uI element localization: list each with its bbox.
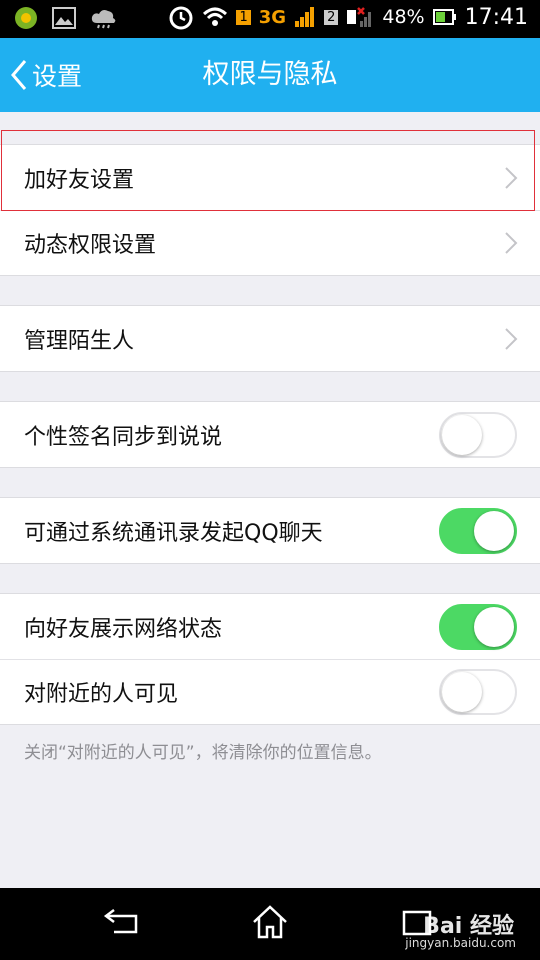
toggle-knob xyxy=(442,672,482,712)
status-bar: 1 3G 2 48% 17:41 xyxy=(0,0,540,38)
row-label: 个性签名同步到说说 xyxy=(24,424,223,450)
back-label: 设置 xyxy=(32,62,83,91)
contacts-chat-toggle[interactable] xyxy=(439,508,517,554)
settings-group-signature: 个性签名同步到说说 xyxy=(0,401,540,468)
wifi-icon xyxy=(203,7,228,26)
row-label: 加好友设置 xyxy=(24,167,135,193)
nearby-visible-row: 对附近的人可见 xyxy=(0,659,540,724)
sim2-badge: 2 xyxy=(324,9,339,25)
toggle-knob xyxy=(474,607,514,647)
row-label: 动态权限设置 xyxy=(24,232,157,258)
clock: 17:41 xyxy=(464,4,528,30)
settings-group-visibility: 向好友展示网络状态 对附近的人可见 xyxy=(0,593,540,725)
no-sim-signal-icon xyxy=(347,7,372,27)
back-nav-icon[interactable] xyxy=(100,902,144,942)
back-button[interactable]: 设置 xyxy=(10,38,82,112)
chevron-right-icon xyxy=(505,328,518,350)
back-chevron-icon xyxy=(11,60,27,90)
nearby-visible-toggle[interactable] xyxy=(439,669,517,715)
alarm-icon xyxy=(169,6,193,30)
row-label: 向好友展示网络状态 xyxy=(24,616,223,642)
toggle-knob xyxy=(474,511,514,551)
chevron-right-icon xyxy=(505,232,518,254)
row-label: 管理陌生人 xyxy=(24,328,135,354)
chevron-right-icon xyxy=(505,167,518,189)
navigation-bar: Bai 经验 jingyan.baidu.com xyxy=(0,888,540,960)
battery-percent: 48% xyxy=(382,6,425,28)
signature-sync-toggle[interactable] xyxy=(439,412,517,458)
feed-permission-settings-row[interactable]: 动态权限设置 xyxy=(0,210,540,275)
network-type-label: 3G xyxy=(258,6,287,28)
weather-icon xyxy=(91,10,116,29)
toggle-knob xyxy=(442,415,482,455)
add-friend-settings-row[interactable]: 加好友设置 xyxy=(0,145,540,210)
settings-group-strangers: 管理陌生人 xyxy=(0,305,540,372)
watermark-url: jingyan.baidu.com xyxy=(405,936,516,950)
signal-strength-icon xyxy=(295,7,315,27)
app-notification-icon xyxy=(15,7,37,29)
network-status-row: 向好友展示网络状态 xyxy=(0,594,540,659)
manage-strangers-row[interactable]: 管理陌生人 xyxy=(0,306,540,371)
settings-group-contacts: 可通过系统通讯录发起QQ聊天 xyxy=(0,497,540,564)
home-icon[interactable] xyxy=(248,902,292,942)
row-label: 对附近的人可见 xyxy=(24,681,179,707)
image-notification-icon xyxy=(52,7,76,29)
battery-icon xyxy=(432,9,456,25)
row-label: 可通过系统通讯录发起QQ聊天 xyxy=(24,520,323,546)
nearby-footnote: 关闭“对附近的人可见”，将清除你的位置信息。 xyxy=(24,743,382,763)
sim1-badge: 1 xyxy=(236,9,251,25)
contacts-chat-row: 可通过系统通讯录发起QQ聊天 xyxy=(0,498,540,563)
network-status-toggle[interactable] xyxy=(439,604,517,650)
settings-group-friends: 加好友设置 动态权限设置 xyxy=(0,144,540,276)
title-bar: 设置 权限与隐私 xyxy=(0,38,540,112)
signature-sync-row: 个性签名同步到说说 xyxy=(0,402,540,467)
